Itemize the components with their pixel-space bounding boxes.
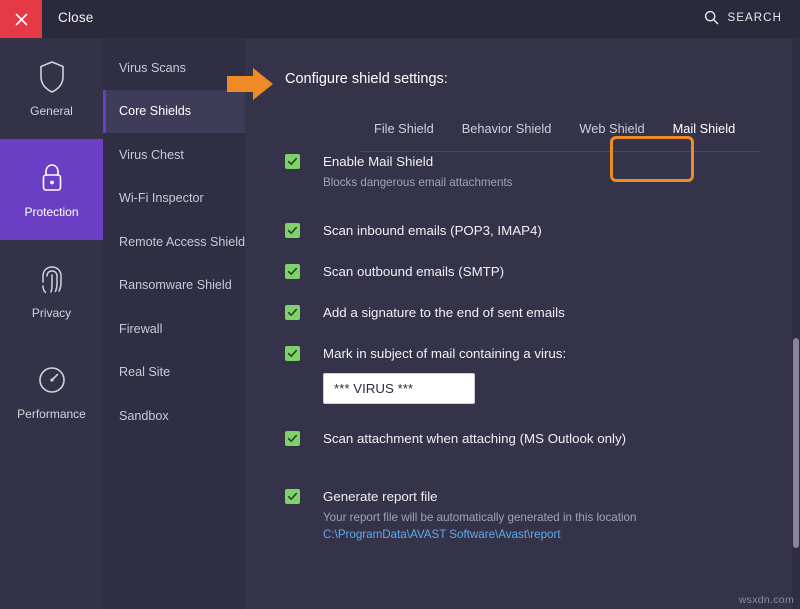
tab-underline	[360, 151, 760, 152]
rail-item-label: Performance	[17, 407, 86, 421]
checkbox-checked-icon[interactable]	[285, 346, 300, 361]
tab-behavior-shield[interactable]: Behavior Shield	[448, 109, 566, 150]
fingerprint-icon	[38, 262, 66, 296]
tab-label: Mail Shield	[673, 121, 736, 136]
tab-label: File Shield	[374, 121, 434, 136]
lock-icon	[38, 161, 66, 195]
primary-nav-rail: General Protection	[0, 38, 103, 609]
page-title: Configure shield settings:	[285, 71, 448, 87]
option-label: Mark in subject of mail containing a vir…	[323, 345, 785, 362]
rail-item-performance[interactable]: Performance	[0, 341, 103, 442]
close-icon	[14, 12, 29, 27]
checkbox-checked-icon[interactable]	[285, 305, 300, 320]
option-mark-subject-virus[interactable]: Mark in subject of mail containing a vir…	[285, 345, 785, 404]
subnav-item-label: Sandbox	[119, 409, 169, 423]
search-button[interactable]: SEARCH	[704, 10, 782, 25]
gauge-icon	[37, 363, 67, 397]
option-description: Blocks dangerous email attachments	[323, 175, 785, 190]
option-label: Enable Mail Shield	[323, 153, 785, 170]
subnav-item-label: Remote Access Shield	[119, 235, 245, 249]
option-enable-mail-shield[interactable]: Enable Mail Shield Blocks dangerous emai…	[285, 153, 785, 190]
checkbox-checked-icon[interactable]	[285, 264, 300, 279]
virus-subject-input[interactable]	[323, 373, 475, 404]
subnav-item-remote-access-shield[interactable]: Remote Access Shield	[103, 220, 245, 264]
option-description: Your report file will be automatically g…	[323, 510, 785, 525]
shield-tabs: File Shield Behavior Shield Web Shield M…	[360, 106, 760, 152]
subnav-item-virus-scans[interactable]: Virus Scans	[103, 46, 245, 90]
subnav-item-label: Virus Scans	[119, 61, 186, 75]
secondary-nav: Virus Scans Core Shields Virus Chest Wi-…	[103, 38, 245, 609]
option-label: Scan attachment when attaching (MS Outlo…	[323, 430, 785, 447]
watermark: wsxdn.com	[739, 594, 794, 606]
subnav-item-label: Wi-Fi Inspector	[119, 191, 204, 205]
option-label: Scan inbound emails (POP3, IMAP4)	[323, 222, 785, 239]
option-label: Add a signature to the end of sent email…	[323, 304, 785, 321]
scrollbar-thumb[interactable]	[793, 338, 799, 548]
close-button[interactable]	[0, 0, 42, 38]
close-label[interactable]: Close	[58, 10, 94, 25]
subnav-item-real-site[interactable]: Real Site	[103, 351, 245, 395]
subnav-item-virus-chest[interactable]: Virus Chest	[103, 133, 245, 177]
report-path-link[interactable]: C:\ProgramData\AVAST Software\Avast\repo…	[323, 527, 785, 542]
option-scan-outbound-emails[interactable]: Scan outbound emails (SMTP)	[285, 263, 785, 280]
option-scan-inbound-emails[interactable]: Scan inbound emails (POP3, IMAP4)	[285, 222, 785, 239]
rail-item-general[interactable]: General	[0, 38, 103, 139]
subnav-item-label: Core Shields	[119, 104, 191, 118]
checkbox-checked-icon[interactable]	[285, 489, 300, 504]
subnav-item-wifi-inspector[interactable]: Wi-Fi Inspector	[103, 177, 245, 221]
search-label: SEARCH	[727, 12, 782, 24]
subnav-item-ransomware-shield[interactable]: Ransomware Shield	[103, 264, 245, 308]
option-add-signature[interactable]: Add a signature to the end of sent email…	[285, 304, 785, 321]
checkbox-checked-icon[interactable]	[285, 431, 300, 446]
subnav-item-core-shields[interactable]: Core Shields	[103, 90, 245, 134]
rail-item-privacy[interactable]: Privacy	[0, 240, 103, 341]
shield-icon	[38, 60, 66, 94]
tab-web-shield[interactable]: Web Shield	[565, 109, 658, 150]
scrollbar-track[interactable]	[792, 38, 800, 609]
subnav-item-label: Firewall	[119, 322, 162, 336]
option-label: Generate report file	[323, 488, 785, 505]
rail-item-protection[interactable]: Protection	[0, 139, 103, 240]
tab-file-shield[interactable]: File Shield	[360, 109, 448, 150]
tab-mail-shield[interactable]: Mail Shield	[659, 109, 750, 150]
option-label: Scan outbound emails (SMTP)	[323, 263, 785, 280]
rail-item-label: Privacy	[32, 306, 71, 320]
subnav-item-label: Virus Chest	[119, 148, 184, 162]
search-icon	[704, 10, 719, 25]
avast-settings-window: Close SEARCH General	[0, 0, 800, 609]
subnav-item-firewall[interactable]: Firewall	[103, 307, 245, 351]
title-bar: Close SEARCH	[0, 0, 800, 39]
subnav-item-sandbox[interactable]: Sandbox	[103, 394, 245, 438]
rail-item-label: General	[30, 104, 73, 118]
options-list: Enable Mail Shield Blocks dangerous emai…	[285, 153, 785, 542]
option-generate-report-file[interactable]: Generate report file Your report file wi…	[285, 488, 785, 542]
tab-label: Web Shield	[579, 121, 644, 136]
rail-item-label: Protection	[24, 205, 78, 219]
option-scan-attachment-outlook[interactable]: Scan attachment when attaching (MS Outlo…	[285, 430, 785, 447]
tab-label: Behavior Shield	[462, 121, 552, 136]
checkbox-checked-icon[interactable]	[285, 154, 300, 169]
subnav-item-label: Real Site	[119, 365, 170, 379]
subnav-item-label: Ransomware Shield	[119, 278, 232, 292]
checkbox-checked-icon[interactable]	[285, 223, 300, 238]
main-content: Configure shield settings: File Shield B…	[245, 38, 800, 609]
